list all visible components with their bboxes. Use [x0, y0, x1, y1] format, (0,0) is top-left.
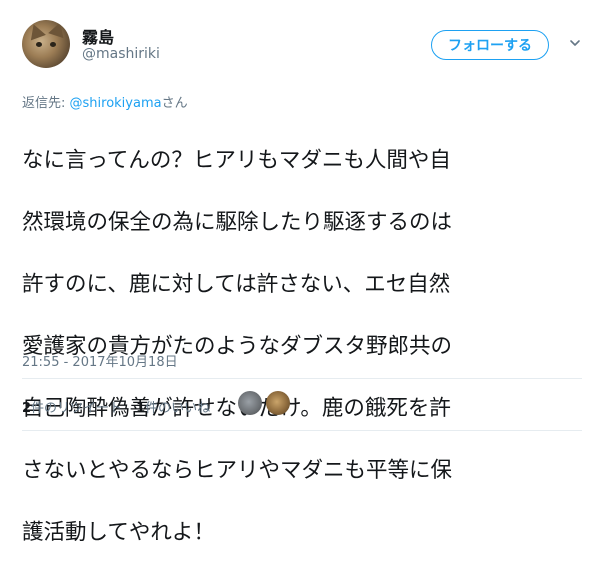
like-count: 1 — [136, 401, 146, 416]
screen-name[interactable]: @mashiriki — [82, 46, 160, 62]
like-label: 件のいいね — [145, 401, 211, 416]
tweet-line: 許すのに、鹿に対しては許さない、エセ自然 — [22, 272, 451, 297]
reply-to-prefix: 返信先: — [22, 96, 70, 111]
divider — [22, 378, 582, 379]
tweet-line: なに言ってんの？ヒアリもマダニも人間や自 — [22, 148, 451, 173]
reply-to-handle-link[interactable]: @shirokiyama — [70, 96, 162, 111]
cat-ear-shape — [48, 20, 68, 39]
reply-to: 返信先: @shirokiyamaさん — [22, 92, 188, 111]
follow-button[interactable]: フォローする — [431, 30, 549, 60]
retweet-label: 件のリツイート — [31, 401, 123, 416]
divider — [22, 430, 582, 431]
tweet-line: さないとやるならヒアリやマダニも平等に保 — [22, 458, 453, 483]
retweet-count: 2 — [22, 401, 32, 416]
display-name[interactable]: 霧島 — [82, 24, 114, 48]
reply-to-suffix: さん — [161, 96, 188, 111]
tweet-text: なに言ってんの？ヒアリもマダニも人間や自 然環境の保全の為に駆除したり駆逐するの… — [22, 114, 582, 579]
liker-avatars — [238, 391, 290, 415]
like-stat[interactable]: 1件のいいね — [136, 397, 210, 416]
cat-eye-shape — [50, 42, 56, 47]
tweet-timestamp[interactable]: 21:55 - 2017年10月18日 — [22, 351, 178, 370]
cat-eye-shape — [36, 42, 42, 47]
cat-ear-shape — [26, 21, 46, 41]
retweet-stat[interactable]: 2件のリツイート — [22, 397, 122, 416]
tweet-stats: 2件のリツイート 1件のいいね — [22, 397, 210, 416]
liker-avatar[interactable] — [266, 391, 290, 415]
tweet-line: 然環境の保全の為に駆除したり駆逐するのは — [22, 210, 453, 235]
tweet-line: 護活動してやれよ！ — [22, 520, 215, 545]
liker-avatar[interactable] — [238, 391, 262, 415]
chevron-down-icon[interactable] — [568, 36, 582, 50]
avatar[interactable] — [22, 20, 70, 68]
